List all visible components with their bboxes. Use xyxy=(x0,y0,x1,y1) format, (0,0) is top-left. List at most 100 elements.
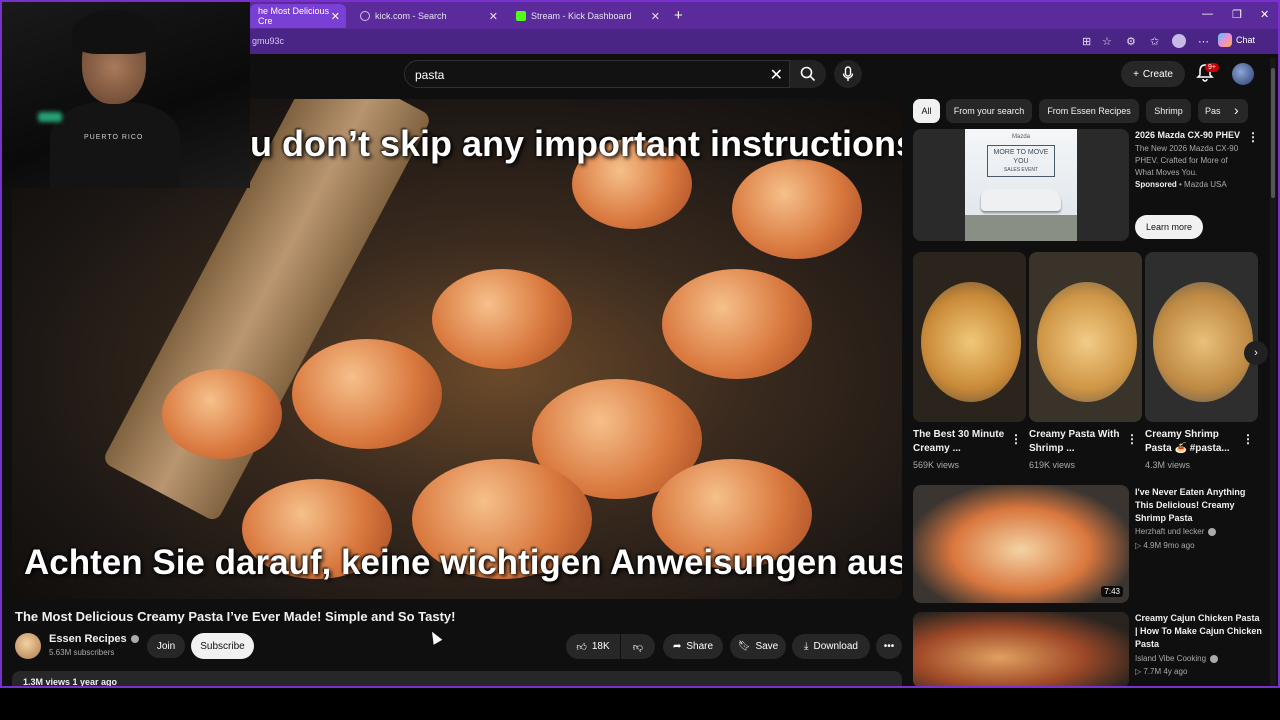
close-icon[interactable]: ✕ xyxy=(331,10,340,23)
recommended-meta: ▷ 4.9M 9mo ago xyxy=(1135,541,1195,550)
shorts-next-button[interactable]: › xyxy=(1244,341,1268,365)
search-input[interactable]: pasta ✕ xyxy=(404,60,790,88)
copilot-chat-button[interactable]: Chat xyxy=(1218,33,1255,47)
save-label: Save xyxy=(755,641,779,652)
ad-thumbnail[interactable]: Mazda MORE TO MOVE YOU SALES EVENT xyxy=(913,129,1129,241)
streamer-body xyxy=(50,102,180,188)
chip-shrimp[interactable]: Shrimp xyxy=(1146,99,1191,123)
chip-all[interactable]: All xyxy=(913,99,940,123)
clear-search-icon[interactable]: ✕ xyxy=(770,65,783,85)
tab-label: kick.com - Search xyxy=(375,11,447,21)
recommended-title[interactable]: Creamy Cajun Chicken Pasta | How To Make… xyxy=(1135,612,1263,651)
short-thumbnail[interactable] xyxy=(1145,252,1258,422)
url-text[interactable]: gmu93c xyxy=(252,36,284,46)
mouse-cursor xyxy=(427,629,443,645)
streamer-hair xyxy=(72,10,156,54)
tab-label: he Most Delicious Cre xyxy=(258,6,330,26)
tab-kick-dashboard[interactable]: Stream - Kick Dashboard ✕ xyxy=(508,4,666,28)
short-title[interactable]: Creamy Shrimp Pasta 🍝 #pasta... xyxy=(1145,428,1240,456)
close-window-icon[interactable]: ✕ xyxy=(1260,8,1269,21)
close-icon[interactable]: ✕ xyxy=(489,10,498,23)
channel-name[interactable]: Essen Recipes xyxy=(49,633,139,645)
short-title[interactable]: Creamy Pasta With Shrimp ... xyxy=(1029,428,1124,456)
chip-pasta[interactable]: Pas xyxy=(1198,99,1248,123)
verified-icon xyxy=(1208,527,1217,536)
short-image xyxy=(921,282,1021,402)
account-avatar[interactable] xyxy=(1232,63,1254,85)
recommended-meta: ▷ 7.7M 4y ago xyxy=(1135,667,1188,676)
chip-from-your-search[interactable]: From your search xyxy=(946,99,1032,123)
search-icon xyxy=(360,11,370,21)
description-box[interactable]: 1.3M views 1 year ago xyxy=(12,671,902,687)
short-more-icon[interactable]: ⋮ xyxy=(1010,432,1022,446)
save-button[interactable]: 🔖︎ Save xyxy=(730,634,786,659)
recommended-channel-name: Herzhaft und lecker xyxy=(1135,527,1205,536)
create-label: Create xyxy=(1142,68,1173,80)
close-icon[interactable]: ✕ xyxy=(651,10,660,23)
voice-search-button[interactable] xyxy=(834,60,862,88)
download-button[interactable]: ⤓ Download xyxy=(792,634,870,659)
recommended-title[interactable]: I've Never Eaten Anything This Delicious… xyxy=(1135,486,1263,525)
short-more-icon[interactable]: ⋮ xyxy=(1126,432,1138,446)
profile-avatar[interactable] xyxy=(1172,34,1186,48)
more-menu-icon[interactable]: ⋯ xyxy=(1198,35,1209,48)
recommended-thumbnail[interactable]: 7:43 xyxy=(913,485,1129,603)
join-button[interactable]: Join xyxy=(147,634,185,658)
restore-icon[interactable]: ❐ xyxy=(1232,8,1242,21)
plus-icon: + xyxy=(1133,68,1139,80)
ad-more-icon[interactable]: ⋮ xyxy=(1247,130,1259,144)
minimize-icon[interactable]: — xyxy=(1202,8,1213,20)
sponsored-label: Sponsored xyxy=(1135,180,1177,189)
recommended-channel[interactable]: Herzhaft und lecker xyxy=(1135,527,1217,536)
like-button[interactable]: 👍︎ 18K xyxy=(566,634,620,659)
shirt-text: PUERTO RICO xyxy=(84,134,144,141)
like-count: 18K xyxy=(591,641,610,652)
rgb-light xyxy=(38,112,62,122)
new-tab-button[interactable]: + xyxy=(674,7,683,24)
ad-title[interactable]: 2026 Mazda CX-90 PHEV xyxy=(1135,130,1240,140)
short-thumbnail[interactable] xyxy=(913,252,1026,422)
tab-youtube-video[interactable]: he Most Delicious Cre ✕ xyxy=(250,4,346,28)
chevron-right-icon[interactable]: › xyxy=(1234,102,1239,118)
tab-kick-search[interactable]: kick.com - Search ✕ xyxy=(352,4,504,28)
learn-more-button[interactable]: Learn more xyxy=(1135,215,1203,239)
video-duration: 7:43 xyxy=(1101,586,1123,597)
advertiser-name: • Mazda USA xyxy=(1176,180,1227,189)
scrollbar-thumb[interactable] xyxy=(1271,68,1275,198)
dislike-button[interactable]: 👎︎ xyxy=(621,634,655,659)
notification-badge: 9+ xyxy=(1205,63,1219,72)
video-frame-shrimp xyxy=(292,339,442,449)
more-actions-button[interactable]: ••• xyxy=(876,634,902,659)
video-frame-shrimp xyxy=(662,269,812,379)
kick-logo-icon xyxy=(516,11,526,21)
favorites-icon[interactable]: ✩ xyxy=(1150,35,1159,48)
favorite-star-icon[interactable]: ☆ xyxy=(1102,35,1112,48)
create-button[interactable]: + Create xyxy=(1121,61,1185,87)
recommended-thumbnail[interactable] xyxy=(913,612,1129,686)
app-install-icon[interactable]: ⊞ xyxy=(1082,35,1091,48)
search-query: pasta xyxy=(415,68,445,82)
share-button[interactable]: ➦ Share xyxy=(663,634,723,659)
short-thumbnail[interactable] xyxy=(1029,252,1142,422)
channel-avatar[interactable] xyxy=(15,633,41,659)
bookmark-icon: 🔖︎ xyxy=(737,641,751,652)
recommended-channel[interactable]: Island Vibe Cooking xyxy=(1135,654,1219,663)
extension-icon[interactable]: ⚙ xyxy=(1126,35,1136,48)
page-scrollbar[interactable] xyxy=(1270,58,1276,686)
views-and-age: 1.3M views 1 year ago xyxy=(23,677,118,687)
chip-from-essen-recipes[interactable]: From Essen Recipes xyxy=(1039,99,1139,123)
search-button[interactable] xyxy=(790,60,826,88)
ad-sponsored: Sponsored • Mazda USA xyxy=(1135,180,1227,189)
short-image xyxy=(1037,282,1137,402)
short-more-icon[interactable]: ⋮ xyxy=(1242,432,1254,446)
microphone-icon xyxy=(842,66,854,81)
video-title: The Most Delicious Creamy Pasta I’ve Eve… xyxy=(15,609,456,624)
verified-icon xyxy=(1210,654,1219,663)
short-views: 4.3M views xyxy=(1145,460,1191,470)
subscribe-button[interactable]: Subscribe xyxy=(191,633,254,659)
download-label: Download xyxy=(813,641,858,652)
short-title[interactable]: The Best 30 Minute Creamy ... xyxy=(913,428,1008,456)
ad-description: The New 2026 Mazda CX-90 PHEV. Crafted f… xyxy=(1135,144,1239,177)
copilot-icon xyxy=(1218,33,1232,47)
ad-image-brand: Mazda xyxy=(1011,134,1030,140)
